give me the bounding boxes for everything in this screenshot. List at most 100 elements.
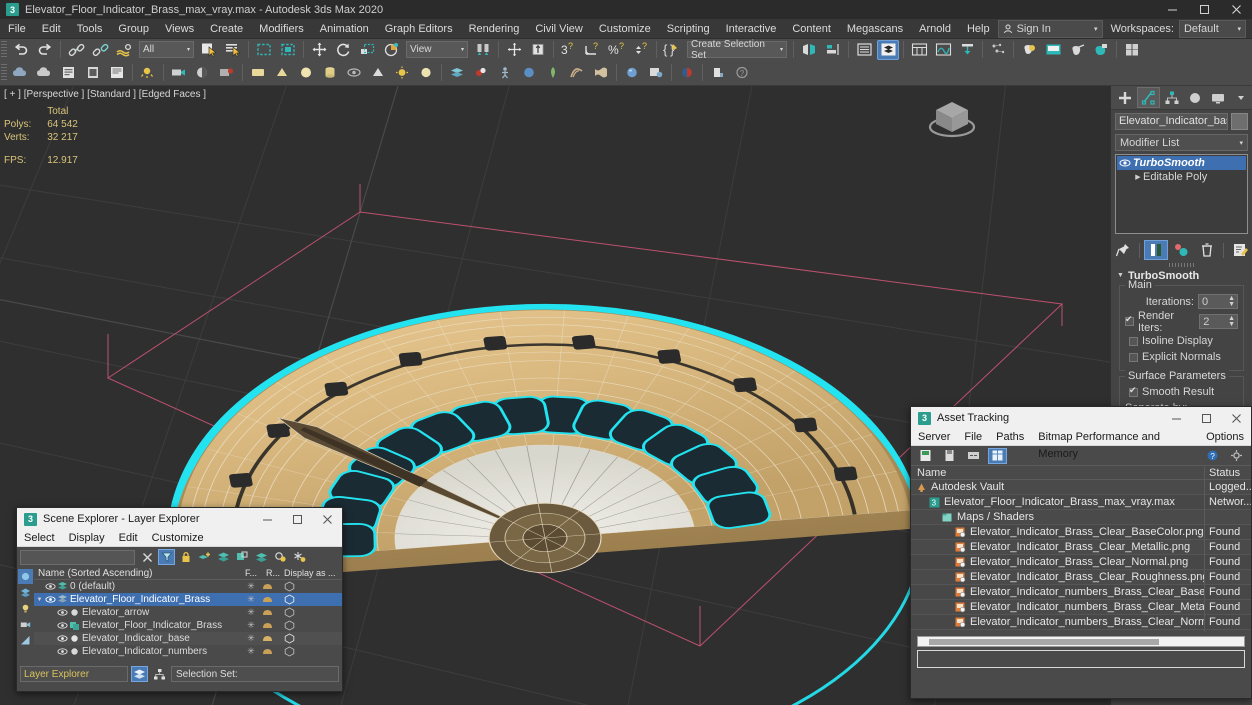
scene-explorer-toggle-icon[interactable]	[151, 666, 168, 682]
unlink-selection-icon[interactable]	[89, 40, 111, 60]
scene-menu-customize[interactable]: Customize	[145, 530, 211, 547]
column-header-display-as[interactable]: Display as ...	[284, 568, 342, 578]
utilities-tab-icon[interactable]	[1229, 87, 1252, 108]
undo-icon[interactable]	[10, 40, 32, 60]
toggle-scene-explorer-icon[interactable]	[853, 40, 875, 60]
toggle-ribbon-icon[interactable]	[908, 40, 930, 60]
material-editor-icon[interactable]	[1018, 40, 1040, 60]
modifier-stack[interactable]: TurboSmooth ▶ Editable Poly	[1115, 154, 1248, 234]
slate-material-editor-icon[interactable]	[1042, 40, 1064, 60]
particle-view-icon[interactable]	[987, 40, 1009, 60]
select-and-place-icon[interactable]	[380, 40, 402, 60]
eye-icon[interactable]	[57, 609, 69, 616]
edit-named-selection-sets-icon[interactable]: {}	[661, 40, 683, 60]
project-folder-icon[interactable]	[82, 63, 104, 83]
list-item[interactable]: Elevator_Floor_Indicator_Brass ✳	[34, 619, 342, 632]
menu-interactive[interactable]: Interactive	[718, 19, 785, 39]
chevron-right-icon[interactable]: ▶	[1133, 173, 1143, 181]
menu-create[interactable]: Create	[202, 19, 251, 39]
column-header-renderable[interactable]: R...	[262, 568, 284, 578]
frozen-toggle[interactable]: ✳	[240, 607, 262, 618]
renderable-toggle[interactable]	[262, 622, 284, 630]
table-row[interactable]: Elevator_Indicator_numbers_Brass_Clear_R…	[911, 629, 1251, 632]
show-end-result-icon[interactable]	[1143, 240, 1168, 260]
asset-menu-server[interactable]: Server	[911, 429, 957, 446]
menu-group[interactable]: Group	[110, 19, 157, 39]
layered-material-icon[interactable]	[446, 63, 468, 83]
eye-icon[interactable]	[45, 583, 57, 590]
sphere-primitive-icon[interactable]	[295, 63, 317, 83]
mirror-icon[interactable]	[503, 40, 525, 60]
remove-modifier-icon[interactable]	[1195, 240, 1219, 260]
list-item[interactable]: Elevator_arrow ✳	[34, 606, 342, 619]
minimize-button[interactable]	[1156, 0, 1188, 19]
set-active-layer-icon[interactable]	[253, 549, 270, 565]
menu-animation[interactable]: Animation	[312, 19, 377, 39]
close-button[interactable]	[1220, 0, 1252, 19]
selection-filter-dropdown[interactable]: All ▾	[139, 41, 194, 58]
menu-edit[interactable]: Edit	[34, 19, 69, 39]
menu-megascans[interactable]: Megascans	[839, 19, 911, 39]
select-and-rotate-icon[interactable]	[332, 40, 354, 60]
renderable-toggle[interactable]	[262, 596, 284, 604]
table-row[interactable]: Elevator_Indicator_Brass_Clear_Roughness…	[911, 569, 1251, 585]
modifier-stack-item-turbosmooth[interactable]: TurboSmooth	[1117, 156, 1246, 170]
render-production-icon[interactable]	[1121, 40, 1143, 60]
asset-menu-file[interactable]: File	[957, 429, 989, 446]
motion-tab-icon[interactable]	[1183, 87, 1206, 108]
cloth-modifier-icon[interactable]	[590, 63, 612, 83]
list-item[interactable]: Elevator_Indicator_base ✳	[34, 632, 342, 645]
frozen-toggle[interactable]: ✳	[240, 646, 262, 657]
rendered-frame-window-icon[interactable]	[1090, 40, 1112, 60]
column-header-frozen[interactable]: F...	[240, 568, 262, 578]
asset-tracking-window[interactable]: 3 Asset Tracking Server File Paths Bitma…	[910, 406, 1252, 699]
foliage-icon[interactable]	[542, 63, 564, 83]
menu-rendering[interactable]: Rendering	[461, 19, 528, 39]
minimize-button[interactable]	[1161, 407, 1191, 429]
renderable-toggle[interactable]	[262, 635, 284, 643]
select-layer-objects-icon[interactable]	[234, 549, 251, 565]
horizontal-scrollbar[interactable]	[917, 636, 1245, 647]
selection-set-field[interactable]: Selection Set:	[171, 666, 339, 682]
viewport-label[interactable]: [ + ] [Perspective ] [Standard ] [Edged …	[4, 88, 206, 101]
helpers-mode-icon[interactable]	[18, 633, 33, 648]
refresh-icon[interactable]	[964, 448, 983, 464]
mirror-geometry-icon[interactable]	[798, 40, 820, 60]
open-file-icon[interactable]	[916, 448, 935, 464]
sphere-light-icon[interactable]	[415, 63, 437, 83]
curve-editor-icon[interactable]	[932, 40, 954, 60]
table-row[interactable]: 3 Elevator_Floor_Indicator_Brass_max_vra…	[911, 494, 1251, 510]
column-header-name[interactable]: Name	[911, 467, 1204, 479]
snaps-toggle-icon[interactable]: 3?	[558, 40, 580, 60]
menu-file[interactable]: File	[0, 19, 34, 39]
frozen-toggle[interactable]: ✳	[240, 594, 262, 605]
list-item[interactable]: 0 (default) ✳	[34, 580, 342, 593]
scene-menu-select[interactable]: Select	[17, 530, 62, 547]
frozen-toggle[interactable]: ✳	[240, 620, 262, 631]
lights-mode-icon[interactable]	[18, 601, 33, 616]
panel-resize-handle[interactable]	[1111, 261, 1252, 268]
cameras-mode-icon[interactable]	[18, 617, 33, 632]
clear-search-icon[interactable]	[139, 549, 156, 565]
cloud-open-icon[interactable]	[34, 63, 56, 83]
display-as-toggle[interactable]	[284, 607, 342, 618]
help-icon[interactable]: ?	[731, 63, 753, 83]
modifier-list-dropdown[interactable]: Modifier List ▾	[1115, 134, 1248, 151]
spinner-snap-toggle-icon[interactable]: ?	[630, 40, 652, 60]
asset-tracking-status-field[interactable]	[917, 650, 1245, 668]
viewcube[interactable]	[922, 94, 982, 146]
new-layer-icon[interactable]	[196, 549, 213, 565]
select-by-name-icon[interactable]	[222, 40, 244, 60]
spinner-arrows-icon[interactable]: ▲ ▼	[1228, 315, 1237, 328]
reference-coordinate-system-dropdown[interactable]: View ▾	[406, 41, 468, 58]
box-primitive-icon[interactable]	[247, 63, 269, 83]
modifier-stack-item-editable-poly[interactable]: ▶ Editable Poly	[1117, 170, 1246, 184]
schematic-view-icon[interactable]	[956, 40, 978, 60]
display-tab-icon[interactable]	[1206, 87, 1229, 108]
explicit-normals-row[interactable]: Explicit Normals	[1125, 349, 1238, 365]
smooth-result-checkbox[interactable]	[1129, 385, 1138, 397]
eye-icon[interactable]	[57, 635, 69, 642]
table-row[interactable]: Elevator_Indicator_numbers_Brass_Clear_M…	[911, 599, 1251, 615]
modify-tab-icon[interactable]	[1136, 87, 1161, 108]
create-tab-icon[interactable]	[1114, 87, 1137, 108]
